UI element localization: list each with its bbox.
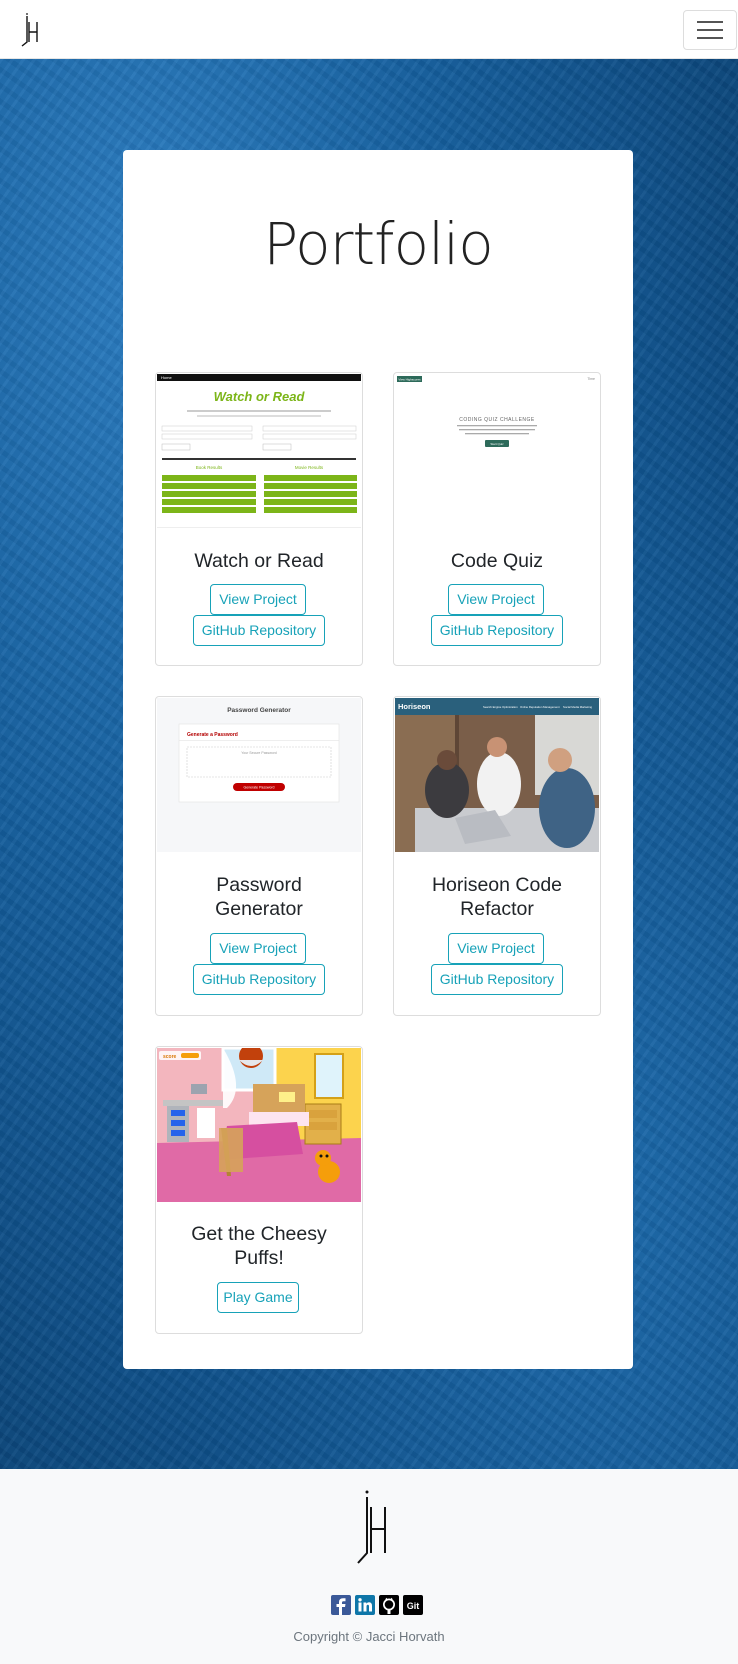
thumb-text: Generate Password <box>244 786 275 790</box>
project-card-code-quiz: View Highscores Time CODING QUIZ CHALLEN… <box>393 372 601 666</box>
github-repository-button[interactable]: GitHub Repository <box>431 615 563 646</box>
github-repository-button[interactable]: GitHub Repository <box>193 964 325 995</box>
view-project-button[interactable]: View Project <box>448 933 544 964</box>
navbar <box>0 0 738 59</box>
project-screenshot: Home Watch or Read Book Results Movie Re… <box>157 374 361 528</box>
project-title-line-1: Get the Cheesy <box>191 1223 327 1245</box>
thumb-text: Social Media Marketing <box>563 705 593 709</box>
github-repository-button[interactable]: GitHub Repository <box>431 964 563 995</box>
project-title-line-1: Horiseon Code <box>431 874 563 896</box>
thumb-text: Start Quiz <box>490 442 504 446</box>
thumb-text: score <box>163 1054 177 1060</box>
view-project-button[interactable]: View Project <box>210 933 306 964</box>
thumb-text: Time <box>587 377 595 381</box>
view-project-button[interactable]: View Project <box>210 584 306 615</box>
menu-toggle-button[interactable] <box>683 10 737 50</box>
project-title-line-2: Refactor <box>460 898 534 920</box>
thumb-text: Watch or Read <box>214 389 306 404</box>
thumb-text: Movie Results <box>295 465 324 470</box>
project-card-cheesy-puffs: score Get the Cheesy Puffs! Play Game <box>155 1046 363 1334</box>
page-title: Portfolio <box>263 210 494 278</box>
footer: Git Copyright © Jacci Horvath <box>0 1469 738 1664</box>
git-icon[interactable]: Git <box>403 1595 423 1615</box>
project-title-line-2: Generator <box>215 898 303 920</box>
thumb-text: Book Results <box>196 465 223 470</box>
footer-logo <box>357 1490 386 1564</box>
thumb-text: CODING QUIZ CHALLENGE <box>459 417 535 423</box>
project-card-horiseon-code-refactor: Horiseon Search Engine Optimization Onli… <box>393 696 601 1016</box>
view-project-button[interactable]: View Project <box>448 584 544 615</box>
copyright-text: Copyright © Jacci Horvath <box>293 1629 445 1644</box>
thumb-text: Home <box>161 375 172 380</box>
project-card-watch-or-read: Home Watch or Read Book Results Movie Re… <box>155 372 363 666</box>
brand-logo[interactable] <box>18 12 42 48</box>
project-screenshot: score <box>157 1048 361 1202</box>
thumb-text: Search Engine Optimization <box>483 705 518 709</box>
project-title: Code Quiz <box>450 550 544 572</box>
project-title-line-1: Password <box>216 874 302 896</box>
thumb-text: View Highscores <box>398 378 421 382</box>
project-screenshot: Horiseon Search Engine Optimization Onli… <box>395 698 599 852</box>
thumb-text: Password Generator <box>227 707 291 714</box>
portfolio-panel: Portfolio Home Watch or Read Book Result… <box>123 150 633 1369</box>
thumb-text: Your Secure Password <box>241 751 277 755</box>
thumb-text: Horiseon <box>398 702 431 711</box>
project-card-password-generator: Password Generator Generate a Password Y… <box>155 696 363 1016</box>
project-title-line-2: Puffs! <box>234 1247 284 1269</box>
thumb-text: Online Reputation Management <box>520 705 560 709</box>
project-title: Watch or Read <box>194 550 324 572</box>
git-icon-label: Git <box>407 1601 420 1611</box>
project-screenshot: Password Generator Generate a Password Y… <box>157 698 361 852</box>
facebook-icon[interactable] <box>331 1595 351 1615</box>
project-screenshot: View Highscores Time CODING QUIZ CHALLEN… <box>395 374 599 528</box>
linkedin-icon[interactable] <box>355 1595 375 1615</box>
github-icon[interactable] <box>379 1595 399 1615</box>
github-repository-button[interactable]: GitHub Repository <box>193 615 325 646</box>
play-game-button[interactable]: Play Game <box>217 1282 299 1313</box>
thumb-text: Generate a Password <box>187 732 238 738</box>
hero-background: Portfolio Home Watch or Read Book Result… <box>0 59 738 1469</box>
